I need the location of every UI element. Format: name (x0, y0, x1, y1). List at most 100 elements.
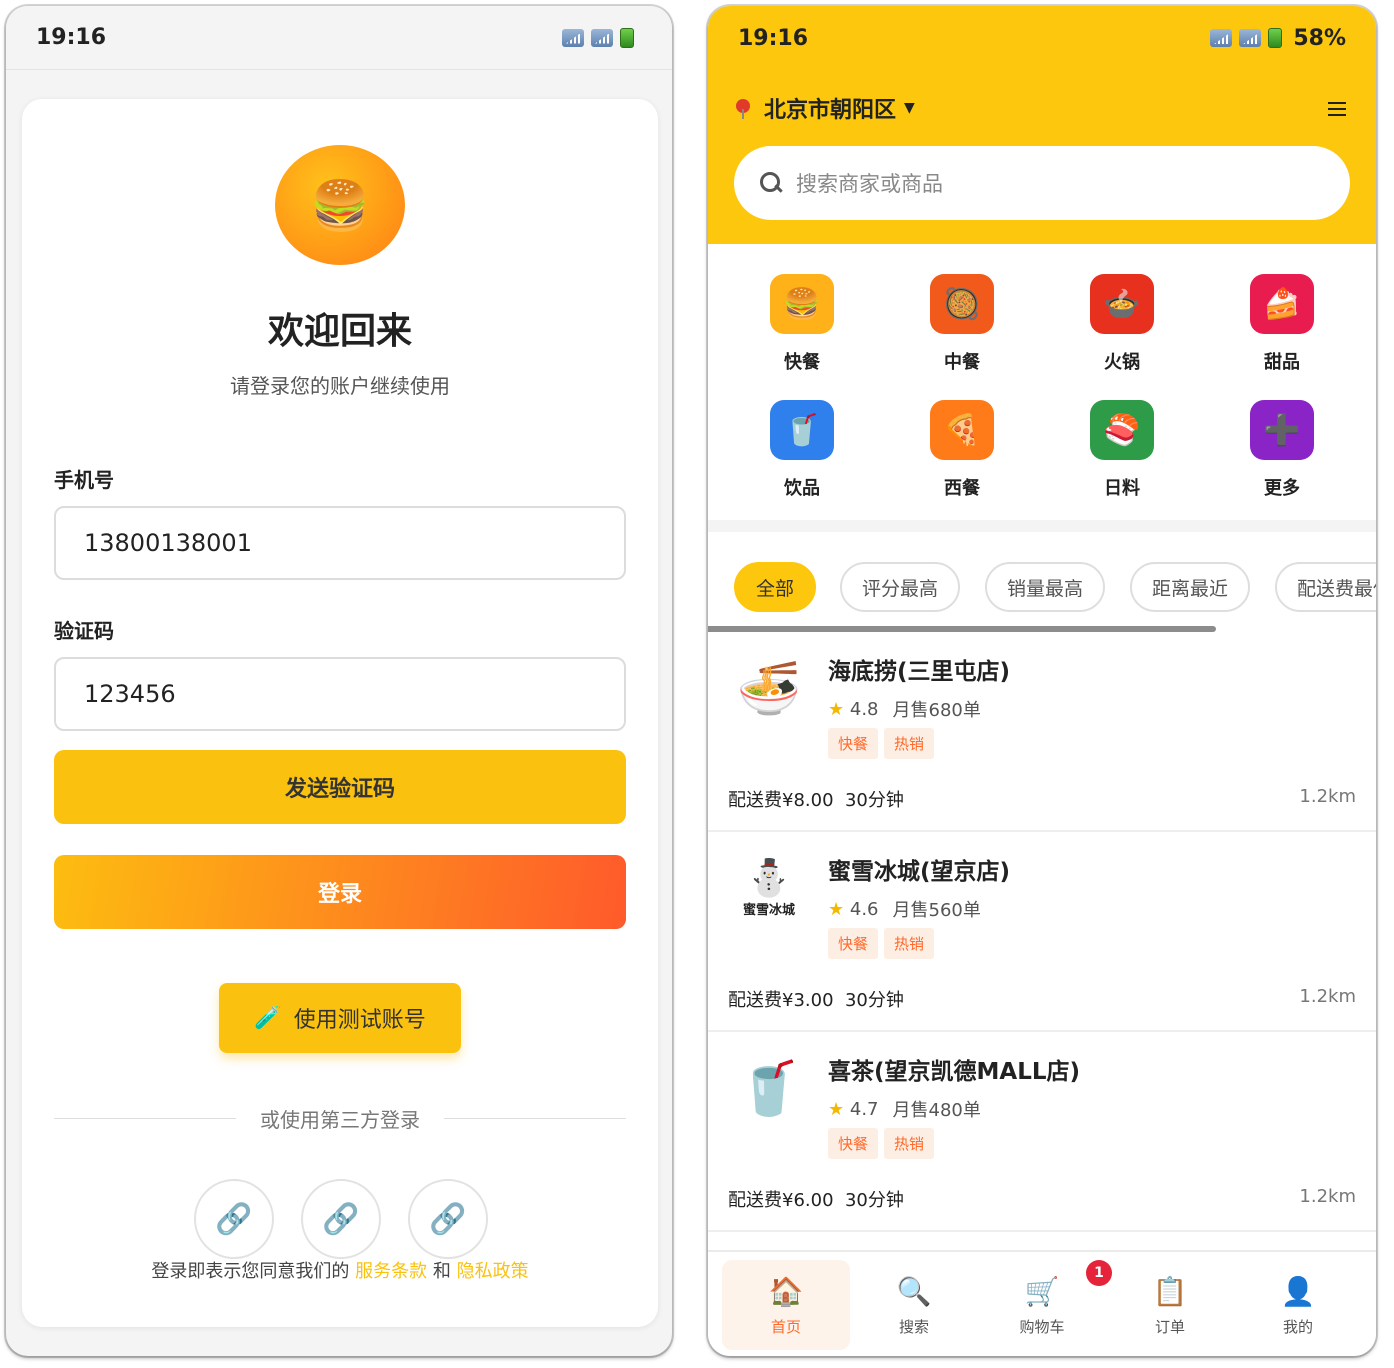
category-label: 西餐 (944, 478, 980, 499)
pan-icon: 🥘 (930, 274, 994, 334)
test-account-label: 使用测试账号 (293, 1008, 426, 1033)
shop-rating: 4.6 (849, 898, 879, 920)
plus-icon: ➕ (1250, 400, 1314, 460)
status-time: 19:16 (738, 25, 809, 51)
social-login-button-2[interactable]: 🔗 (301, 1179, 381, 1259)
menu-icon[interactable] (1328, 102, 1346, 116)
link-icon: 🔗 (429, 1201, 467, 1237)
shop-meta: ★ 4.8 月售680单 (828, 696, 981, 722)
shop-distance: 1.2km (1299, 986, 1356, 1007)
shop-sales: 月售680单 (892, 700, 981, 721)
shop-sales: 月售560单 (892, 900, 981, 921)
home-icon: 🏠 (768, 1275, 804, 1308)
clipboard-icon: 📋 (1152, 1275, 1188, 1308)
shop-meta: ★ 4.6 月售560单 (828, 896, 981, 922)
divider-line (444, 1118, 626, 1119)
category-western[interactable]: 🍕 西餐 (902, 400, 1022, 500)
code-input[interactable]: 123456 (54, 657, 626, 731)
cart-badge: 1 (1086, 1260, 1112, 1286)
category-label: 饮品 (784, 478, 820, 499)
shop-fee: 配送费¥6.00 (728, 1190, 834, 1211)
signal-icon (591, 28, 613, 47)
divider-line (54, 1118, 236, 1119)
location-selector[interactable]: 北京市朝阳区 ▼ (736, 92, 915, 124)
link-icon: 🔗 (322, 1201, 360, 1237)
login-button[interactable]: 登录 (54, 855, 626, 929)
category-drinks[interactable]: 🥤 饮品 (742, 400, 862, 500)
star-icon: ★ (828, 898, 845, 920)
privacy-link[interactable]: 隐私政策 (457, 1261, 529, 1282)
category-label: 快餐 (784, 352, 820, 373)
third-party-divider: 或使用第三方登录 (54, 1104, 626, 1133)
login-screen: 19:16 🍔 欢迎回来 请登录您的账户继续使用 手机号 13800138001… (6, 6, 672, 1356)
hotpot-icon: 🍲 (1090, 274, 1154, 334)
social-login-button-1[interactable]: 🔗 (194, 1179, 274, 1259)
search-icon (760, 172, 782, 194)
chevron-down-icon: ▼ (904, 100, 915, 116)
tab-label: 首页 (770, 1318, 801, 1336)
filter-nearest[interactable]: 距离最近 (1130, 562, 1250, 612)
tab-profile[interactable]: 👤 我的 (1234, 1260, 1362, 1350)
social-login-button-3[interactable]: 🔗 (408, 1179, 488, 1259)
category-label: 甜品 (1264, 352, 1300, 373)
shop-meta: ★ 4.7 月售480单 (828, 1096, 981, 1122)
shop-tags: 快餐 热销 (828, 728, 935, 759)
category-hotpot[interactable]: 🍲 火锅 (1062, 274, 1182, 374)
filter-top-rated[interactable]: 评分最高 (840, 562, 960, 612)
battery-percent: 58% (1293, 25, 1346, 51)
filter-all[interactable]: 全部 (734, 562, 816, 612)
category-japanese[interactable]: 🍣 日料 (1062, 400, 1182, 500)
category-label: 中餐 (944, 352, 980, 373)
terms-and: 和 (432, 1261, 451, 1282)
signal-icon (1239, 29, 1262, 47)
shop-tag: 热销 (884, 928, 935, 959)
shop-sales: 月售480单 (892, 1100, 981, 1121)
category-fastfood[interactable]: 🍔 快餐 (742, 274, 862, 374)
filter-lowest-fee[interactable]: 配送费最低 (1275, 562, 1376, 612)
drink-icon: 🥤 (770, 400, 834, 460)
shop-time: 30分钟 (844, 990, 904, 1011)
noodle-bowl-icon: 🍜 (736, 658, 802, 719)
shop-card[interactable]: 🥤 喜茶(望京凯德MALL店) ★ 4.7 月售480单 快餐 热销 配送费¥6… (708, 1032, 1376, 1232)
status-bar: 19:16 58% (708, 6, 1376, 70)
test-account-button[interactable]: 🧪 使用测试账号 (219, 983, 461, 1053)
shop-distance: 1.2km (1299, 786, 1356, 807)
shop-tag: 快餐 (828, 928, 879, 959)
page-subtitle: 请登录您的账户继续使用 (230, 374, 450, 398)
burger-icon: 🍔 (770, 274, 834, 334)
pizza-icon: 🍕 (930, 400, 994, 460)
category-label: 日料 (1104, 478, 1140, 499)
snowman-icon: ⛄ (746, 857, 792, 899)
signal-icon (562, 28, 584, 47)
phone-label: 手机号 (54, 468, 114, 492)
shop-tags: 快餐 热销 (828, 928, 935, 959)
shop-card[interactable]: 🍜 海底捞(三里屯店) ★ 4.8 月售680单 快餐 热销 配送费¥8.00 … (708, 632, 1376, 832)
search-input[interactable]: 搜索商家或商品 (734, 146, 1350, 220)
sushi-icon: 🍣 (1090, 400, 1154, 460)
tab-orders[interactable]: 📋 订单 (1106, 1260, 1234, 1350)
filter-top-sales[interactable]: 销量最高 (985, 562, 1105, 612)
link-icon: 🔗 (215, 1201, 253, 1237)
shop-delivery: 配送费¥6.00 30分钟 (728, 1186, 904, 1212)
bottom-tab-bar: 🏠 首页 🔍 搜索 🛒 购物车 📋 订单 👤 我的 1 (708, 1250, 1376, 1356)
shop-time: 30分钟 (844, 1190, 904, 1211)
filter-bar: 全部 评分最高 销量最高 距离最近 配送费最低 (708, 544, 1376, 640)
send-code-button[interactable]: 发送验证码 (54, 750, 626, 824)
category-dessert[interactable]: 🍰 甜品 (1222, 274, 1342, 374)
cart-icon: 🛒 (1024, 1275, 1060, 1308)
category-more[interactable]: ➕ 更多 (1222, 400, 1342, 500)
tab-search[interactable]: 🔍 搜索 (850, 1260, 978, 1350)
shop-delivery: 配送费¥8.00 30分钟 (728, 786, 904, 812)
burger-icon: 🍔 (310, 177, 370, 234)
category-chinese[interactable]: 🥘 中餐 (902, 274, 1022, 374)
phone-input[interactable]: 13800138001 (54, 506, 626, 580)
shop-card[interactable]: ⛄ 蜜雪冰城 蜜雪冰城(望京店) ★ 4.6 月售560单 快餐 热销 配送费¥… (708, 832, 1376, 1032)
terms-link[interactable]: 服务条款 (355, 1261, 427, 1282)
shop-name: 喜茶(望京凯德MALL店) (828, 1059, 1081, 1085)
shop-tag: 热销 (884, 1128, 935, 1159)
tab-home[interactable]: 🏠 首页 (722, 1260, 850, 1350)
tab-label: 购物车 (1019, 1318, 1065, 1336)
shop-time: 30分钟 (844, 790, 904, 811)
shop-logo-text: 蜜雪冰城 (742, 902, 795, 918)
star-icon: ★ (828, 1098, 845, 1120)
